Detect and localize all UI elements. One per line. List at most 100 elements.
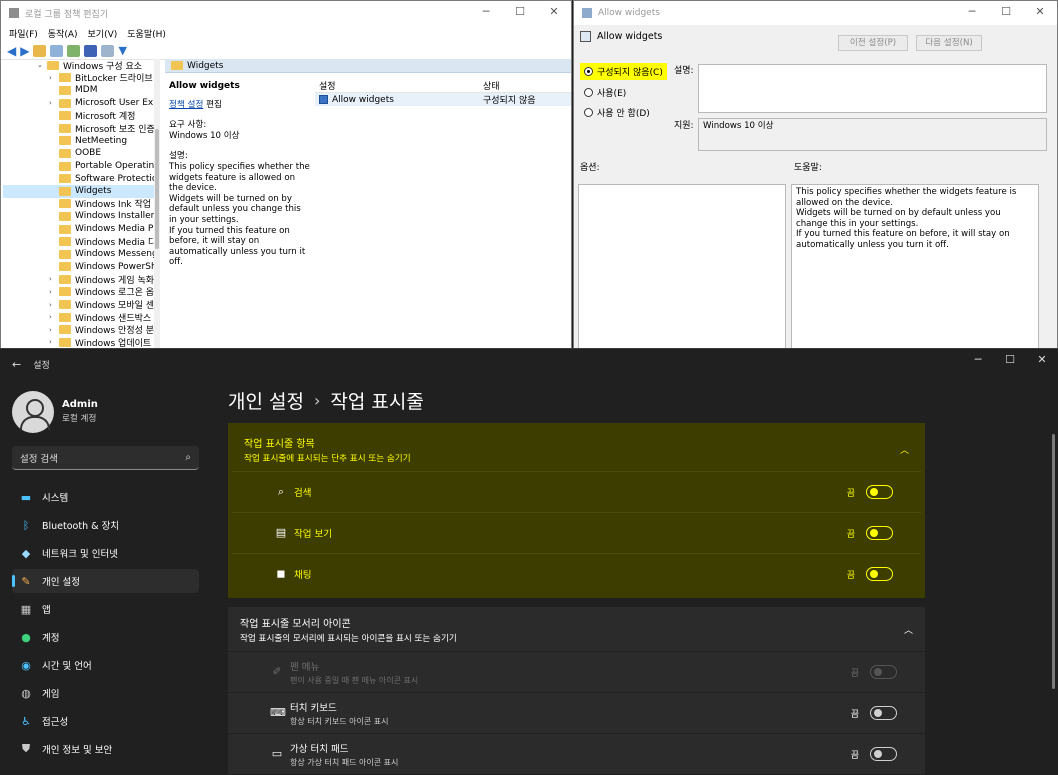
content-scrollbar[interactable] bbox=[1052, 434, 1055, 689]
sidebar-item[interactable]: ▬ 시스템 bbox=[12, 485, 199, 509]
show-tree-icon[interactable] bbox=[50, 44, 64, 57]
minimize-button[interactable]: ─ bbox=[962, 349, 994, 373]
setting-row[interactable]: ⌕ 검색 끔 bbox=[232, 471, 921, 512]
tree-node[interactable]: › Windows 로그온 옵 bbox=[3, 286, 158, 298]
radio-enabled[interactable]: 사용(E) bbox=[580, 84, 630, 101]
section-header[interactable]: 작업 표시줄 항목 작업 표시줄에 표시되는 단추 표시 또는 숨기기 ︿ bbox=[232, 427, 921, 471]
setting-row[interactable]: ▭ 가상 터치 패드 항상 가상 터치 패드 아이콘 표시 끔 bbox=[228, 733, 925, 774]
back-arrow-icon[interactable]: ← bbox=[12, 358, 21, 371]
back-arrow-icon[interactable]: ◀ bbox=[7, 44, 16, 58]
tree-node[interactable]: Widgets bbox=[3, 184, 158, 198]
toggle-switch[interactable] bbox=[870, 747, 897, 761]
chevron-down-icon[interactable]: ⌄ bbox=[37, 61, 43, 69]
tree-node[interactable]: › Windows 안정성 분 bbox=[3, 323, 158, 336]
export-icon[interactable] bbox=[67, 44, 81, 57]
properties-icon[interactable] bbox=[101, 44, 115, 57]
tree-node[interactable]: › Windows 업데이트 bbox=[3, 336, 158, 349]
maximize-button[interactable]: ☐ bbox=[503, 1, 537, 25]
chevron-right-icon[interactable]: › bbox=[49, 313, 52, 321]
chevron-right-icon[interactable]: › bbox=[49, 99, 52, 107]
column-setting[interactable]: 설정 bbox=[315, 79, 483, 92]
chevron-right-icon[interactable]: › bbox=[49, 326, 52, 334]
tree-node[interactable]: MDM bbox=[3, 84, 158, 97]
close-button[interactable]: ✕ bbox=[1026, 349, 1058, 373]
section-header[interactable]: 작업 표시줄 모서리 아이콘 작업 표시줄의 모서리에 표시되는 아이콘을 표시… bbox=[228, 607, 925, 651]
minimize-button[interactable]: ─ bbox=[469, 1, 503, 25]
chevron-right-icon[interactable]: › bbox=[49, 288, 52, 296]
sidebar-item[interactable]: ◍ 게임 bbox=[12, 681, 199, 705]
tree-node[interactable]: Windows Ink 작업 영 bbox=[3, 198, 158, 210]
sidebar-item[interactable]: ● 계정 bbox=[12, 625, 199, 649]
help-icon[interactable] bbox=[84, 44, 98, 57]
menu-action[interactable]: 동작(A) bbox=[48, 27, 78, 40]
chevron-right-icon[interactable]: › bbox=[49, 74, 52, 82]
close-button[interactable]: ✕ bbox=[1023, 1, 1057, 25]
tree-node[interactable]: › Microsoft User Expe bbox=[3, 97, 158, 110]
sidebar-item[interactable]: ◉ 시간 및 언어 bbox=[12, 653, 199, 677]
tree-node[interactable]: Microsoft 계정 bbox=[3, 109, 158, 122]
menu-help[interactable]: 도움말(H) bbox=[127, 27, 166, 40]
tree-node[interactable]: Windows Media Play bbox=[3, 223, 158, 236]
menu-view[interactable]: 보기(V) bbox=[88, 27, 118, 40]
minimize-button[interactable]: ─ bbox=[955, 1, 989, 25]
sidebar-item[interactable]: ᛒ Bluetooth & 장치 bbox=[12, 513, 199, 537]
comment-field[interactable] bbox=[698, 64, 1047, 113]
chevron-up-icon[interactable]: ︿ bbox=[900, 443, 909, 456]
up-folder-icon[interactable] bbox=[33, 44, 47, 57]
maximize-button[interactable]: ☐ bbox=[989, 1, 1023, 25]
list-item[interactable]: Allow widgets 구성되지 않음 bbox=[315, 93, 571, 106]
previous-setting-button[interactable]: 이전 설정(P) bbox=[838, 35, 908, 51]
chevron-right-icon[interactable]: › bbox=[49, 301, 52, 309]
sidebar-item[interactable]: ⛊ 개인 정보 및 보안 bbox=[12, 737, 199, 761]
tree-node[interactable]: › Windows 샌드박스 bbox=[3, 311, 158, 324]
tree-node-root[interactable]: ⌄ Windows 구성 요소 bbox=[3, 59, 158, 72]
setting-row[interactable]: ▤ 작업 보기 끔 bbox=[232, 512, 921, 553]
tree-node[interactable]: Windows PowerShe bbox=[3, 261, 158, 274]
setting-row[interactable]: ◼ 채팅 끔 bbox=[232, 553, 921, 594]
tree-node[interactable]: Windows Messenger bbox=[3, 248, 158, 261]
folder-icon bbox=[59, 249, 71, 259]
tree-node[interactable]: Microsoft 보조 인증 bbox=[3, 122, 158, 135]
radio-not-configured[interactable]: 구성되지 않음(C) bbox=[580, 63, 667, 80]
tree-node[interactable]: OOBE bbox=[3, 147, 158, 160]
column-state[interactable]: 상태 bbox=[483, 79, 563, 92]
sidebar-item[interactable]: ▦ 앱 bbox=[12, 597, 199, 621]
chevron-right-icon[interactable]: › bbox=[49, 338, 52, 346]
folder-icon bbox=[59, 111, 71, 121]
tree-node[interactable]: NetMeeting bbox=[3, 135, 158, 148]
menu-file[interactable]: 파일(F) bbox=[9, 27, 38, 40]
tree-node[interactable]: › Windows 모바일 센 bbox=[3, 298, 158, 311]
avatar[interactable] bbox=[12, 391, 54, 433]
chevron-up-icon[interactable]: ︿ bbox=[904, 623, 913, 636]
maximize-button[interactable]: ☐ bbox=[994, 349, 1026, 373]
tree-node[interactable]: Software Protection bbox=[3, 172, 158, 185]
radio-disabled[interactable]: 사용 안 함(D) bbox=[580, 104, 654, 121]
tree-node[interactable]: Windows Media 디지 bbox=[3, 235, 158, 248]
search-input[interactable]: 설정 검색 ⌕ bbox=[12, 446, 199, 470]
sidebar-item[interactable]: ✎ 개인 설정 bbox=[12, 569, 199, 593]
chevron-right-icon[interactable]: › bbox=[49, 275, 52, 283]
sidebar-item[interactable]: ◆ 네트워크 및 인터넷 bbox=[12, 541, 199, 565]
sidebar-item[interactable]: ♿ 접근성 bbox=[12, 709, 199, 733]
radio-label: 사용 안 함(D) bbox=[597, 109, 650, 119]
tree-node[interactable]: › Windows 게임 녹화 bbox=[3, 273, 158, 286]
breadcrumb-parent[interactable]: 개인 설정 bbox=[228, 387, 304, 414]
tree-node[interactable]: › BitLocker 드라이브 암 bbox=[3, 72, 158, 84]
next-setting-button[interactable]: 다음 설정(N) bbox=[916, 35, 982, 51]
setting-row[interactable]: ✐ 펜 메뉴 펜이 사용 중일 때 펜 메뉴 아이콘 표시 끔 bbox=[228, 651, 925, 692]
toggle-switch[interactable] bbox=[866, 485, 893, 499]
tree-node[interactable]: Windows Installer bbox=[3, 210, 158, 223]
filter-icon[interactable]: ▼ bbox=[118, 44, 126, 57]
help-label: 도움말: bbox=[794, 163, 822, 173]
tree-scrollbar[interactable] bbox=[154, 59, 160, 349]
close-button[interactable]: ✕ bbox=[537, 1, 571, 25]
toggle-switch[interactable] bbox=[866, 567, 893, 581]
setting-row[interactable]: ⌨ 터치 키보드 항상 터치 키보드 아이콘 표시 끔 bbox=[228, 692, 925, 733]
toggle-switch[interactable] bbox=[866, 526, 893, 540]
setting-description: 펜이 사용 중일 때 펜 메뉴 아이콘 표시 bbox=[290, 675, 419, 685]
toggle-switch[interactable] bbox=[870, 706, 897, 720]
edit-policy-link[interactable]: 정책 설정 bbox=[169, 100, 203, 110]
setting-icon bbox=[580, 31, 591, 42]
tree-node[interactable]: Portable Operating S bbox=[3, 160, 158, 173]
forward-arrow-icon[interactable]: ▶ bbox=[20, 44, 29, 58]
